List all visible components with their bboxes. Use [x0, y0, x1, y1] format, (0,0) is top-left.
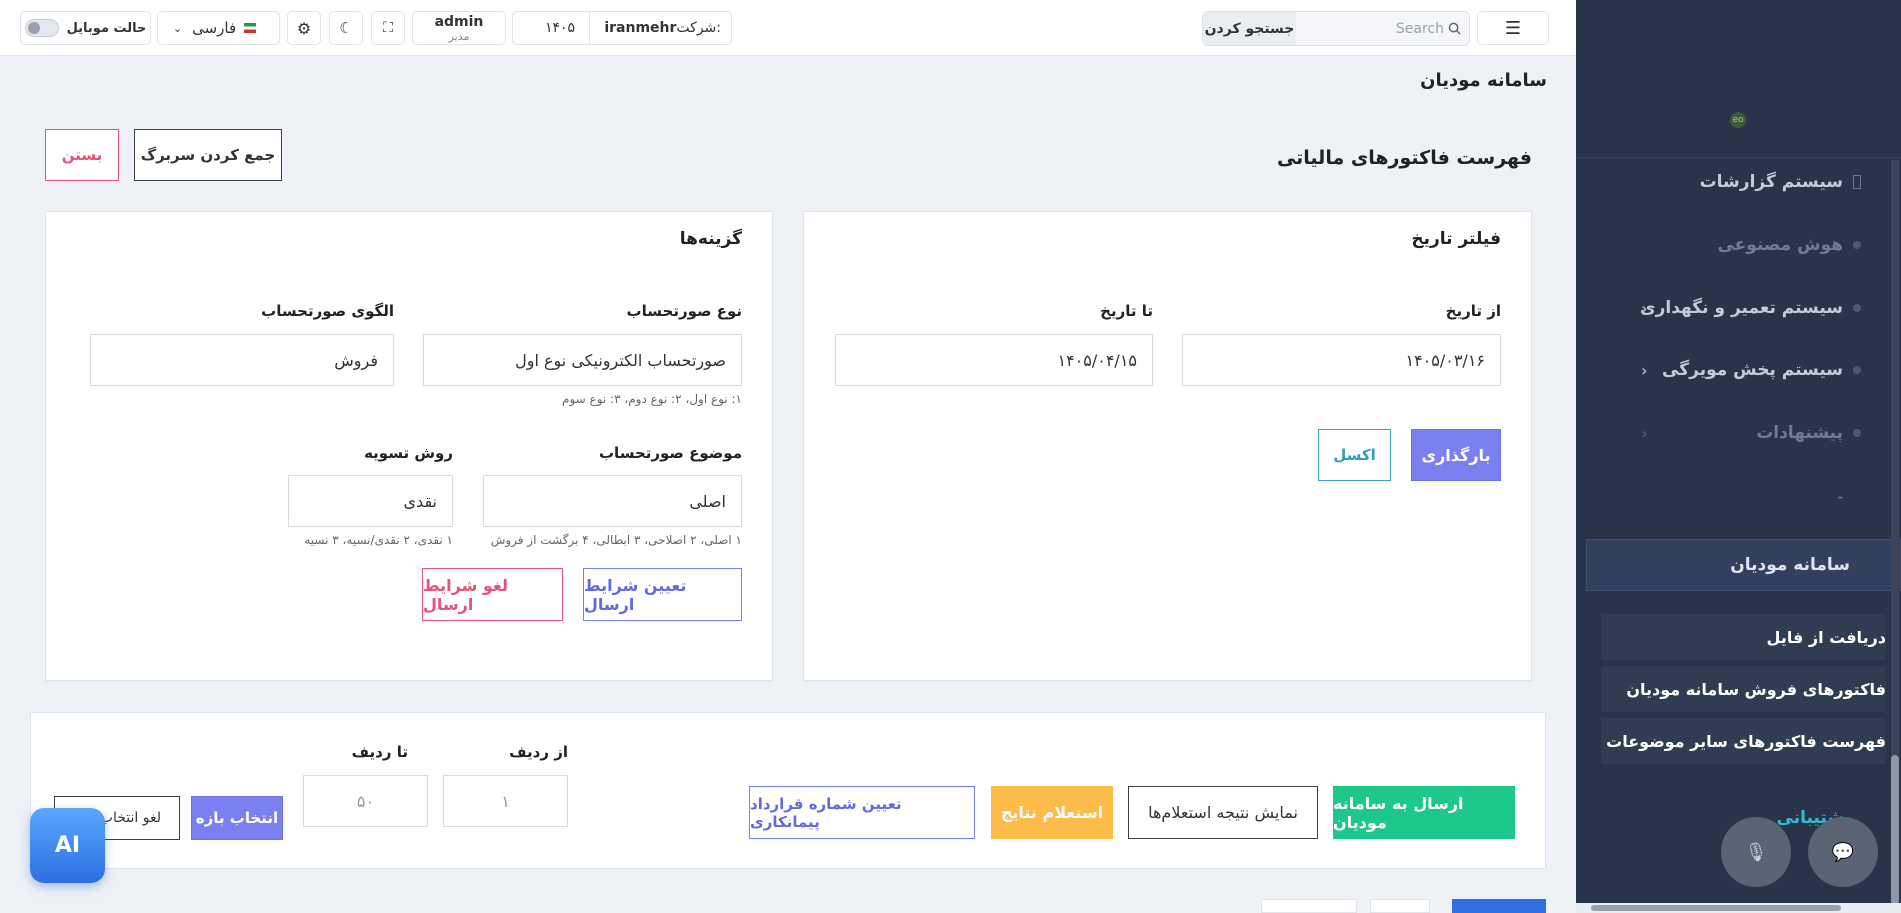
close-button[interactable]: بستن: [45, 129, 119, 181]
distribution-icon: [1853, 366, 1861, 374]
language-select[interactable]: ⌄ فارسی: [157, 11, 280, 45]
date-filter-panel: فیلتر تاریخ از تاریخ ۱۴۰۵/۰۳/۱۶ تا تاریخ…: [803, 211, 1532, 681]
sidebar-subitem-import-file[interactable]: دریافت از فایل: [1601, 614, 1886, 660]
user-name: admin: [434, 13, 484, 30]
options-panel: گزینه‌ها نوع صورتحساب صورتحساب الکترونیک…: [45, 211, 773, 681]
logo: eo: [1730, 112, 1746, 128]
sidebar-item-maintenance[interactable]: سیستم تعمیر و نگهداری ‹: [1596, 288, 1861, 328]
subject-hint: ۱ اصلی، ۲ اصلاحی، ۳ ابطالی، ۴ برگشت از ف…: [490, 533, 742, 547]
ai-icon: [1853, 241, 1861, 249]
cancel-conditions-button[interactable]: لغو شرایط ارسال: [422, 568, 563, 621]
pattern-input[interactable]: فروش: [90, 334, 394, 386]
company-year-box: ۱۴۰۵ iranmehrشرکت:: [512, 11, 732, 45]
show-inquiry-results-button[interactable]: نمایش نتیجه استعلام‌ها: [1128, 786, 1318, 839]
invoice-type-hint: ۱: نوع اول، ۲: نوع دوم، ۳: نوع سوم: [562, 392, 742, 406]
pattern-label: الگوی صورتحساب: [261, 302, 394, 320]
to-date-input[interactable]: ۱۴۰۵/۰۴/۱۵: [835, 334, 1153, 386]
microphone-button[interactable]: 🎙: [1721, 817, 1791, 887]
sidebar-divider: [1576, 157, 1901, 158]
user-role: مدیر: [448, 29, 470, 43]
company-info: iranmehrشرکت:: [604, 20, 721, 36]
card-title: فهرست فاکتورهای مالیاتی: [1276, 147, 1532, 169]
user-menu[interactable]: admin مدیر: [412, 11, 506, 45]
invoice-type-label: نوع صورتحساب: [626, 302, 742, 320]
excel-button[interactable]: اکسل: [1318, 429, 1391, 481]
search-icon: [1448, 22, 1461, 35]
to-row-input[interactable]: ۵۰: [303, 775, 428, 827]
from-date-label: از تاریخ: [1445, 302, 1501, 320]
invoice-type-input[interactable]: صورتحساب الکترونیکی نوع اول: [423, 334, 742, 386]
sidebar: eo سیستم گزارشات هوش مصنوعی سیستم تعمیر …: [1576, 0, 1901, 913]
horizontal-scroll-thumb[interactable]: [1591, 905, 1841, 911]
chevron-left-icon: ‹: [1641, 298, 1648, 318]
pagination-stub: [1370, 899, 1430, 913]
moon-icon: ☾: [339, 19, 353, 37]
gear-icon: ⚙: [296, 18, 312, 38]
top-header: ☰ Search جستجو کردن ۱۴۰۵ iranmehrشرکت: a…: [0, 0, 1576, 56]
from-date-input[interactable]: ۱۴۰۵/۰۳/۱۶: [1182, 334, 1501, 386]
menu-toggle-button[interactable]: ☰: [1477, 11, 1549, 45]
sidebar-item-suggestions[interactable]: پیشنهادات ‹: [1596, 413, 1861, 453]
sidebar-item-distribution[interactable]: سیستم پخش مویرگی ‹: [1596, 350, 1861, 390]
reports-icon: [1853, 175, 1861, 189]
to-row-label: تا ردیف: [351, 743, 408, 761]
fullscreen-button[interactable]: ⛶: [371, 11, 405, 45]
send-to-system-button[interactable]: ارسال به سامانه مودیان: [1333, 786, 1515, 839]
dark-mode-button[interactable]: ☾: [329, 11, 363, 45]
ai-assistant-button[interactable]: AI: [30, 808, 105, 883]
mobile-mode-switch[interactable]: [24, 19, 59, 37]
sidebar-subitem-sales-invoices[interactable]: فاکتورهای فروش سامانه مودیان: [1601, 666, 1886, 712]
sidebar-item-tax-system[interactable]: سامانه مودیان: [1586, 539, 1901, 591]
chevron-left-icon: ‹: [1641, 423, 1648, 443]
settings-button[interactable]: ⚙: [287, 11, 321, 45]
sidebar-item-reports[interactable]: سیستم گزارشات: [1596, 162, 1861, 202]
from-row-input[interactable]: ۱: [443, 775, 568, 827]
settlement-input[interactable]: نقدی: [288, 475, 453, 527]
sidebar-scroll-thumb[interactable]: [1891, 755, 1899, 905]
sidebar-subitem-other-invoices[interactable]: فهرست فاکتورهای سایر موضوعات: [1601, 718, 1886, 764]
maintenance-icon: [1853, 304, 1861, 312]
to-date-label: تا تاریخ: [1100, 302, 1153, 320]
chevron-left-icon: ‹: [1641, 360, 1648, 380]
pagination-stub: [1452, 899, 1546, 913]
options-title: گزینه‌ها: [679, 229, 742, 249]
actions-panel: ارسال به سامانه مودیان نمایش نتیجه استعل…: [30, 712, 1546, 869]
chat-button[interactable]: 💬: [1808, 817, 1878, 887]
microphone-icon: 🎙: [1744, 841, 1768, 863]
contract-number-button[interactable]: تعیین شماره قرارداد پیمانکاری: [749, 786, 975, 839]
search-box: Search جستجو کردن: [1202, 11, 1470, 46]
settlement-label: روش تسویه: [364, 444, 453, 462]
chevron-down-icon: ⌄: [172, 21, 183, 35]
subject-label: موضوع صورتحساب: [598, 444, 742, 462]
from-row-label: از ردیف: [509, 743, 568, 761]
search-input[interactable]: Search: [1296, 12, 1469, 45]
iran-flag-icon: [244, 23, 257, 33]
suggestions-icon: [1853, 429, 1861, 437]
subject-input[interactable]: اصلی: [483, 475, 742, 527]
settlement-hint: ۱ نقدی، ۲ نقدی/نسیه، ۳ نسیه: [304, 533, 453, 547]
mobile-mode-toggle[interactable]: حالت موبایل: [20, 11, 151, 45]
date-filter-title: فیلتر تاریخ: [1411, 229, 1501, 249]
fullscreen-icon: ⛶: [383, 20, 393, 36]
select-range-button[interactable]: انتخاب بازه: [191, 796, 283, 840]
hamburger-icon: ☰: [1504, 17, 1522, 39]
sidebar-item-separator: -: [1838, 490, 1843, 504]
search-button[interactable]: جستجو کردن: [1203, 12, 1296, 45]
chat-icon: 💬: [1831, 841, 1855, 863]
fiscal-year[interactable]: ۱۴۰۵: [523, 20, 575, 36]
load-button[interactable]: بارگذاری: [1411, 429, 1501, 481]
collapse-header-button[interactable]: جمع کردن سربرگ: [134, 129, 282, 181]
inquiry-results-button[interactable]: استعلام نتایج: [991, 786, 1113, 839]
set-conditions-button[interactable]: تعیین شرایط ارسال: [583, 568, 742, 621]
page-title: سامانه مودیان: [1420, 70, 1547, 91]
horizontal-scrollbar[interactable]: [1576, 903, 1901, 913]
pagination-stub: [1261, 899, 1357, 913]
sidebar-item-ai[interactable]: هوش مصنوعی: [1596, 225, 1861, 265]
